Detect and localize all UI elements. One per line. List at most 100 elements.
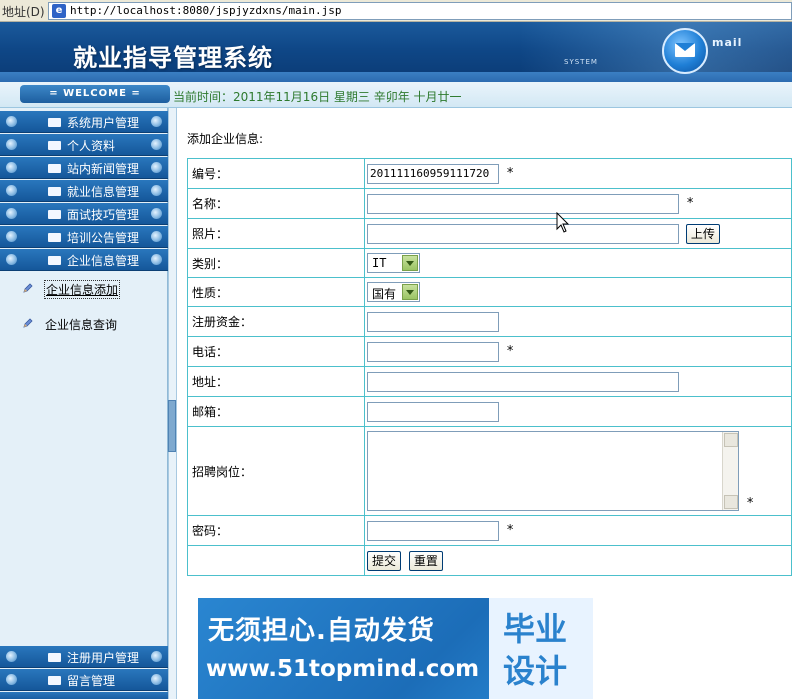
- ad-website: www.51topmind.com: [206, 656, 480, 682]
- envelope-icon: [48, 676, 61, 685]
- form-row-capital: 注册资金：: [187, 306, 792, 337]
- sidebar: 系统用户管理 个人资料 站内新闻管理 就业信息管理 面试技巧管理 培训公告管理 …: [0, 108, 168, 699]
- capital-input[interactable]: [367, 311, 499, 332]
- email-label: 邮箱：: [187, 396, 365, 427]
- phone-input[interactable]: [367, 341, 499, 362]
- menu-news[interactable]: 站内新闻管理: [0, 157, 168, 179]
- menu-label: 企业信息管理: [67, 254, 140, 268]
- menu-system-users[interactable]: 系统用户管理: [0, 111, 168, 133]
- menu-registered-users[interactable]: 注册用户管理: [0, 646, 168, 668]
- actions-label: [187, 545, 365, 576]
- nature-cell: 国有: [364, 277, 792, 307]
- menu-label: 个人资料: [67, 139, 116, 153]
- submenu-label: 企业信息查询: [45, 318, 118, 332]
- submit-button[interactable]: 提交: [367, 550, 402, 571]
- menu-training-notice[interactable]: 培训公告管理: [0, 226, 168, 248]
- nature-value: 国有: [372, 287, 397, 301]
- form-row-name: 名称： *: [187, 188, 792, 219]
- menu-bullet-icon: [6, 162, 17, 173]
- company-form: 编号： * 名称： * 照片： 上传 类别： IT: [187, 158, 792, 576]
- scroll-up-icon[interactable]: [724, 433, 738, 447]
- menu-messages[interactable]: 留言管理: [0, 669, 168, 691]
- envelope-icon: [48, 233, 61, 242]
- address-label: 地址：: [187, 366, 365, 397]
- envelope-icon: [48, 187, 61, 196]
- menu-bullet-icon: [6, 208, 17, 219]
- system-caption: SYSTEM: [564, 58, 598, 66]
- form-row-actions: 提交 重置: [187, 545, 792, 576]
- category-label: 类别：: [187, 248, 365, 278]
- menu-label: 留言管理: [67, 674, 116, 688]
- ad-banner[interactable]: 无须担心.自动发货 www.51topmind.com 毕业 设计: [198, 598, 593, 699]
- required-mark: *: [686, 196, 694, 211]
- form-row-phone: 电话： *: [187, 336, 792, 367]
- address-input[interactable]: [367, 371, 679, 392]
- form-row-photo: 照片： 上传: [187, 218, 792, 249]
- scrollbar[interactable]: [722, 432, 738, 510]
- page-icon: e: [52, 4, 66, 18]
- address-label: 地址(D): [2, 5, 45, 19]
- envelope-icon: [48, 653, 61, 662]
- header-banner: 就业指导管理系统 SYSTEM mail: [0, 22, 792, 82]
- required-mark: *: [506, 523, 514, 538]
- required-mark: *: [506, 166, 514, 181]
- system-title: 就业指导管理系统: [73, 43, 273, 72]
- url-input[interactable]: e http://localhost:8080/jspjyzdxns/main.…: [48, 2, 792, 20]
- form-row-positions: 招聘岗位： *: [187, 426, 792, 516]
- positions-textarea[interactable]: [367, 431, 739, 511]
- chevron-down-icon: [402, 255, 418, 271]
- password-cell: *: [364, 515, 792, 546]
- id-cell: *: [364, 158, 792, 189]
- banner-wave: [0, 72, 792, 82]
- email-cell: [364, 396, 792, 427]
- name-input[interactable]: [367, 193, 679, 214]
- menu-bullet-icon: [6, 254, 17, 265]
- positions-cell: *: [364, 426, 792, 516]
- required-mark: *: [746, 496, 754, 511]
- upload-button[interactable]: 上传: [685, 223, 720, 244]
- nature-select[interactable]: 国有: [367, 282, 420, 302]
- envelope-icon: [48, 141, 61, 150]
- menu-bullet-icon: [6, 116, 17, 127]
- photo-input[interactable]: [367, 223, 679, 244]
- menu-bullet-icon: [151, 139, 162, 150]
- menu-profile[interactable]: 个人资料: [0, 134, 168, 156]
- pencil-icon: [23, 283, 33, 293]
- menu-bullet-icon: [151, 254, 162, 265]
- category-cell: IT: [364, 248, 792, 278]
- menu-interview-tips[interactable]: 面试技巧管理: [0, 203, 168, 225]
- id-input[interactable]: [367, 163, 499, 184]
- envelope-icon: [48, 210, 61, 219]
- category-value: IT: [372, 256, 387, 270]
- welcome-strip: = WELCOME = 当前时间：2011年11月16日 星期三 辛卯年 十月廿…: [0, 82, 792, 108]
- menu-partial[interactable]: [0, 692, 168, 699]
- form-row-category: 类别： IT: [187, 248, 792, 278]
- envelope-icon: [675, 43, 695, 57]
- current-time: 当前时间：2011年11月16日 星期三 辛卯年 十月廿一: [173, 90, 462, 104]
- menu-company-info[interactable]: 企业信息管理: [0, 249, 168, 271]
- menu-label: 面试技巧管理: [67, 208, 140, 222]
- reset-button[interactable]: 重置: [408, 550, 443, 571]
- menu-bullet-icon: [151, 208, 162, 219]
- password-input[interactable]: [367, 520, 499, 541]
- form-row-nature: 性质： 国有: [187, 277, 792, 307]
- ad-logo-line2: 设计: [503, 652, 568, 690]
- menu-bullet-icon: [6, 139, 17, 150]
- form-row-password: 密码： *: [187, 515, 792, 546]
- menu-employment-info[interactable]: 就业信息管理: [0, 180, 168, 202]
- pencil-icon: [23, 318, 33, 328]
- mouse-cursor-icon: [556, 212, 570, 233]
- photo-label: 照片：: [187, 218, 365, 249]
- email-input[interactable]: [367, 401, 499, 422]
- menu-bullet-icon: [151, 116, 162, 127]
- capital-label: 注册资金：: [187, 306, 365, 337]
- scroll-down-icon[interactable]: [724, 495, 738, 509]
- name-cell: *: [364, 188, 792, 219]
- category-select[interactable]: IT: [367, 253, 420, 273]
- address-cell: [364, 366, 792, 397]
- sidebar-toggle-handle[interactable]: [168, 400, 176, 452]
- envelope-icon: [48, 164, 61, 173]
- ad-slogan: 无须担心.自动发货: [208, 616, 435, 646]
- menu-label: 站内新闻管理: [67, 162, 140, 176]
- menu-bullet-icon: [6, 185, 17, 196]
